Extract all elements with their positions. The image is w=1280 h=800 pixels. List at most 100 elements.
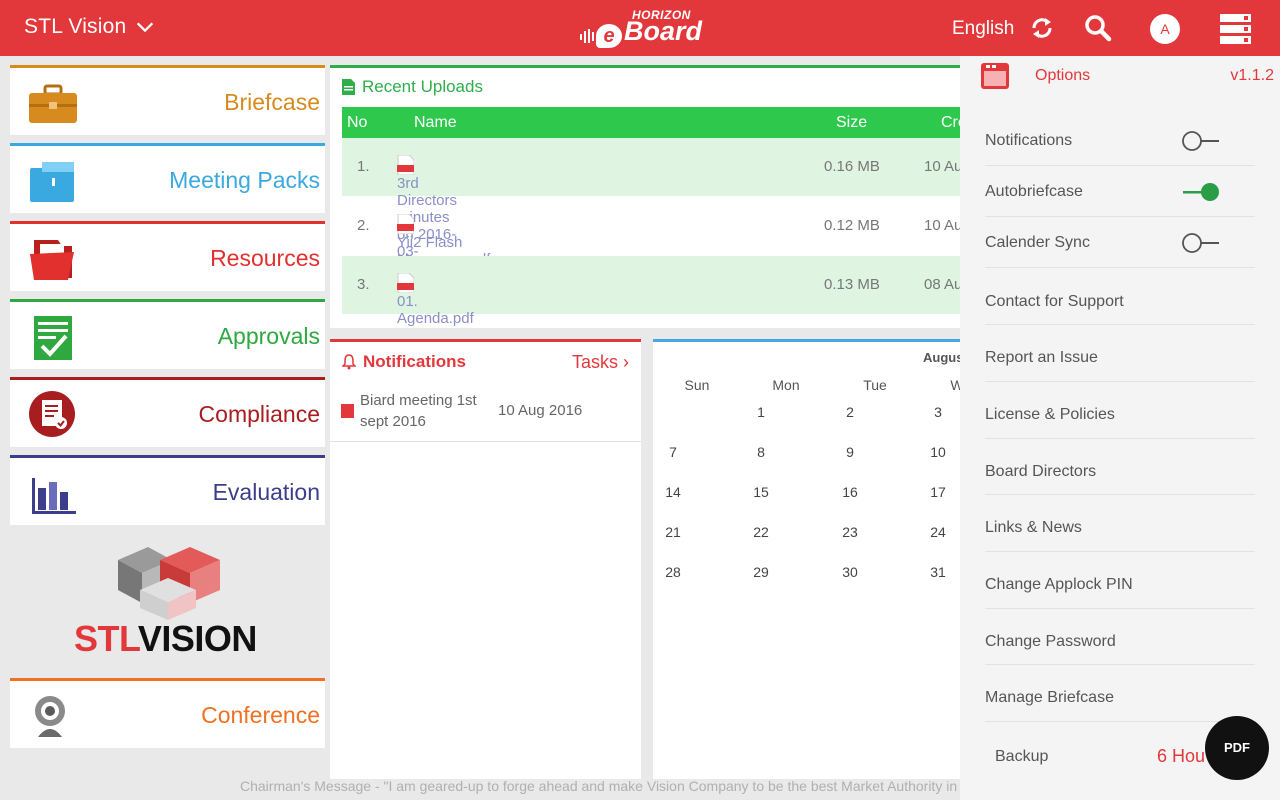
calendar-day[interactable]: 7 [653,444,693,460]
top-app-bar: STL Vision e HORIZON Board English A [0,0,1280,56]
weekday-label: W [927,377,960,393]
calendar-day[interactable]: 28 [653,564,693,580]
calender-sync-toggle[interactable] [1181,232,1221,254]
column-header-created: Cre [941,114,960,131]
calendar-day[interactable]: 14 [653,484,693,500]
file-link[interactable]: 01. Agenda.pdf [397,273,474,327]
pdf-file-icon [397,273,414,293]
menu-item-links-news[interactable]: Links & News [985,495,1255,552]
tile-conference[interactable]: Conference [10,678,325,748]
file-created: 10 Au [924,158,960,175]
notification-item[interactable]: Biard meeting 1st sept 2016 10 Aug 2016 [330,390,641,442]
row-number: 2. [357,217,370,234]
menu-item-board-directors[interactable]: Board Directors [985,439,1255,495]
pdf-fab-button[interactable]: PDF [1205,716,1269,780]
tile-evaluation[interactable]: Evaluation [10,455,325,525]
calendar-day[interactable]: 29 [741,564,781,580]
file-size: 0.13 MB [824,276,880,293]
notification-text: Biard meeting 1st sept 2016 [360,392,477,430]
calendar-day[interactable]: 2 [830,404,870,420]
organization-name: STL Vision [24,15,127,38]
organization-switcher[interactable]: STL Vision [24,15,156,39]
menu-item-change-applock-pin[interactable]: Change Applock PIN [985,552,1255,609]
horizon-eboard-logo: e HORIZON Board [580,8,705,48]
drawer-title: Options [1035,67,1091,84]
webcam-icon [35,696,65,737]
backup-label: Backup [995,748,1049,765]
autobriefcase-toggle[interactable] [1181,181,1221,203]
file-link[interactable]: Yii2 Flash Messages.pdf [397,214,490,268]
column-header-no: No [347,114,368,131]
file-link[interactable]: 3rd Directors minutes on 2016-03-07.pdf [397,155,457,277]
toggle-row-calender-sync: Calender Sync [985,217,1255,268]
tile-compliance[interactable]: Compliance [10,377,325,447]
language-selector[interactable]: English [952,18,1014,40]
menu-item-contact-support[interactable]: Contact for Support [985,268,1255,325]
alert-icon [341,404,354,418]
logo-board-text: Board [624,16,703,46]
search-icon[interactable] [1084,14,1112,42]
calendar-day[interactable]: 9 [830,444,870,460]
options-window-icon [981,63,1009,89]
compliance-document-icon [29,391,75,437]
tile-label: Resources [210,245,320,271]
app-version: v1.1.2 [1230,67,1274,84]
tile-label: Meeting Packs [169,167,320,193]
calendar-day[interactable]: 17 [918,484,958,500]
tile-label: Evaluation [212,479,320,505]
tile-meeting-packs[interactable]: Meeting Packs [10,143,325,213]
document-icon [342,79,355,95]
tile-approvals[interactable]: Approvals [10,299,325,369]
calendar-day[interactable]: 3 [918,404,958,420]
calendar-day[interactable]: 15 [741,484,781,500]
menu-item-license-policies[interactable]: License & Policies [985,382,1255,439]
calendar-day[interactable]: 31 [918,564,958,580]
options-menu-icon[interactable] [1220,13,1251,44]
tile-resources[interactable]: Resources [10,221,325,291]
backup-interval-select[interactable]: 6 Hou [1157,746,1205,767]
table-row[interactable]: 3. 01. Agenda.pdf 0.13 MB 08 Au [342,256,960,327]
checklist-icon [34,316,72,360]
calendar-month-title: Augus [923,350,960,365]
file-size: 0.12 MB [824,217,880,234]
chevron-right-icon: › [623,352,629,372]
tile-briefcase[interactable]: Briefcase [10,65,325,135]
table-row[interactable]: 1. 3rd Directors minutes on 2016-03-07.p… [342,138,960,277]
toggle-row-notifications: Notifications [985,116,1255,166]
file-created: 10 Au [924,217,960,234]
sync-icon[interactable] [1028,14,1056,42]
user-avatar[interactable]: A [1150,14,1180,44]
column-header-name: Name [414,114,457,131]
weekday-label: Mon [772,377,800,393]
pdf-file-icon [397,214,414,234]
table-row[interactable]: 2. Yii2 Flash Messages.pdf 0.12 MB 10 Au [342,197,960,268]
folder-open-icon [30,240,74,280]
notifications-header: Notifications [342,352,466,372]
toggle-label: Autobriefcase [985,183,1083,200]
weekday-label: Sun [684,377,710,393]
recent-uploads-panel: Recent Uploads No Name Size Cre 1. 3rd D… [330,65,960,328]
briefcase-icon [29,84,77,123]
bar-chart-icon [32,478,76,514]
calendar-day[interactable]: 24 [918,524,958,540]
calendar-day[interactable]: 1 [741,404,781,420]
calendar-day[interactable]: 10 [918,444,958,460]
calendar-day[interactable]: 21 [653,524,693,540]
notifications-toggle[interactable] [1181,130,1221,152]
chairman-message-ticker: Chairman's Message - "I am geared-up to … [240,778,958,794]
menu-item-report-issue[interactable]: Report an Issue [985,325,1255,382]
tile-label: Approvals [217,323,320,349]
menu-item-change-password[interactable]: Change Password [985,609,1255,665]
file-size: 0.16 MB [824,158,880,175]
calendar-day[interactable]: 16 [830,484,870,500]
menu-item-manage-briefcase[interactable]: Manage Briefcase [985,665,1255,722]
calendar-panel: Augus Sun Mon Tue W 1 2 3 7 8 9 10 14 15… [653,339,960,779]
calendar-day[interactable]: 23 [830,524,870,540]
tasks-link[interactable]: Tasks › [572,352,629,373]
file-created: 08 Au [924,276,960,293]
calendar-day[interactable]: 8 [741,444,781,460]
calendar-day[interactable]: 30 [830,564,870,580]
logo-e-mark: e [596,24,622,48]
panel-title: Recent Uploads [362,77,483,96]
calendar-day[interactable]: 22 [741,524,781,540]
